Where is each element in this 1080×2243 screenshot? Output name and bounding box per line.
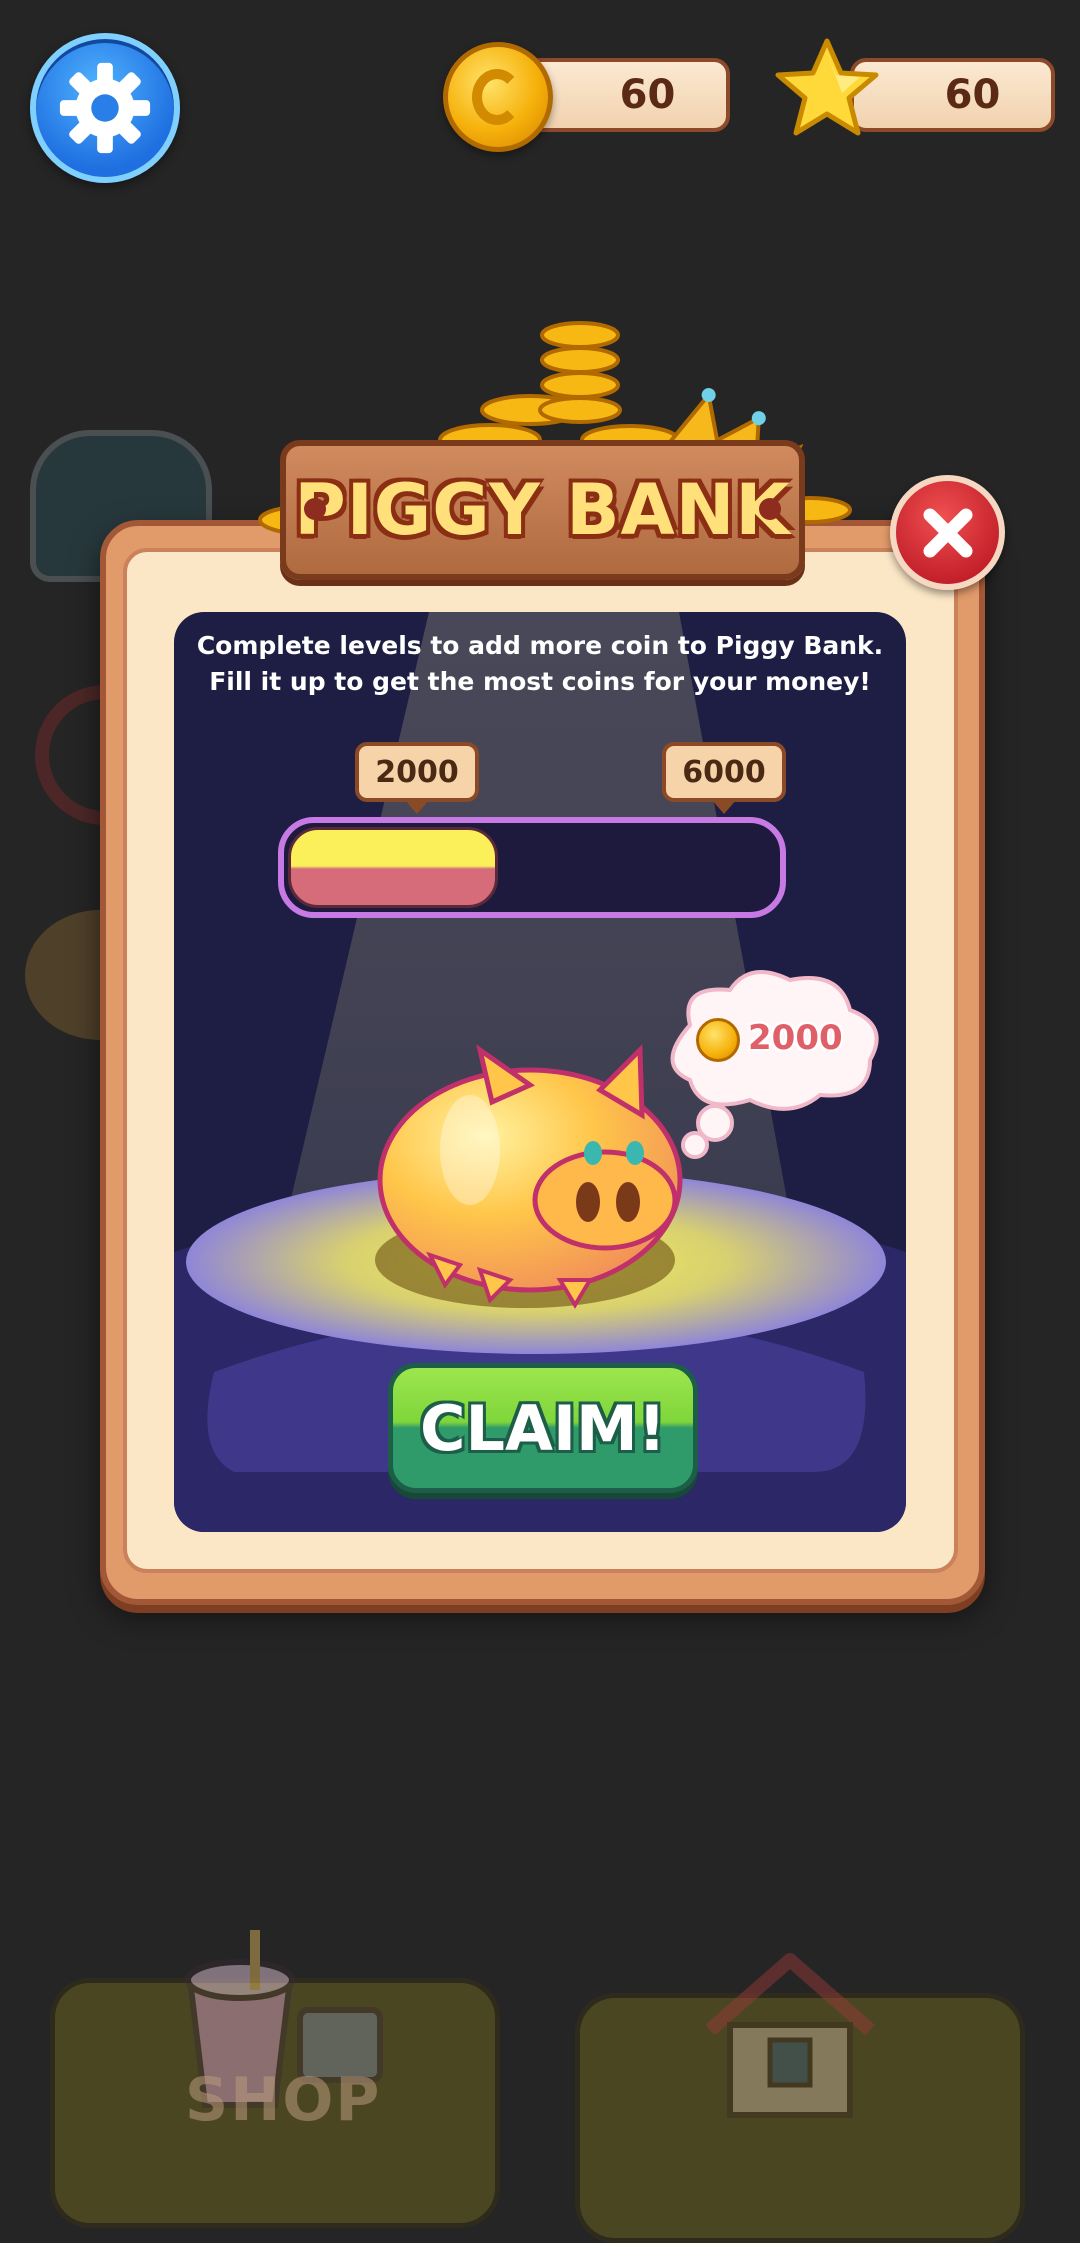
description-line-1: Complete levels to add more coin to Pigg… <box>196 631 884 660</box>
title-plank: PIGGY BANK <box>280 440 805 580</box>
coin-counter: 60 <box>525 58 730 132</box>
star-icon <box>775 38 879 136</box>
description-line-2: Fill it up to get the most coins for you… <box>209 667 871 696</box>
progress-min-value: 2000 <box>375 754 459 790</box>
progress-min-label: 2000 <box>355 742 479 814</box>
progress-bar <box>278 817 786 918</box>
coin-count: 60 <box>619 72 676 118</box>
nail-right <box>759 498 781 520</box>
bubble-amount: 2000 <box>748 1018 843 1058</box>
progress-max-value: 6000 <box>682 754 766 790</box>
settings-button[interactable] <box>30 33 180 183</box>
gear-icon <box>59 62 151 154</box>
description: Complete levels to add more coin to Pigg… <box>174 628 906 700</box>
piggy-bank-icon <box>375 1044 683 1309</box>
close-button[interactable] <box>890 475 1005 590</box>
progress-fill <box>288 827 498 908</box>
nail-left <box>304 498 326 520</box>
close-icon <box>923 508 972 557</box>
coin-icon <box>443 42 553 152</box>
star-count: 60 <box>944 72 1001 118</box>
popup-title: PIGGY BANK <box>294 469 791 551</box>
claim-button[interactable]: CLAIM! <box>388 1363 698 1493</box>
house-icon <box>705 1953 875 2118</box>
progress-max-label: 6000 <box>662 742 786 814</box>
claim-label: CLAIM! <box>419 1391 667 1465</box>
shop-label: SHOP <box>185 2065 382 2135</box>
